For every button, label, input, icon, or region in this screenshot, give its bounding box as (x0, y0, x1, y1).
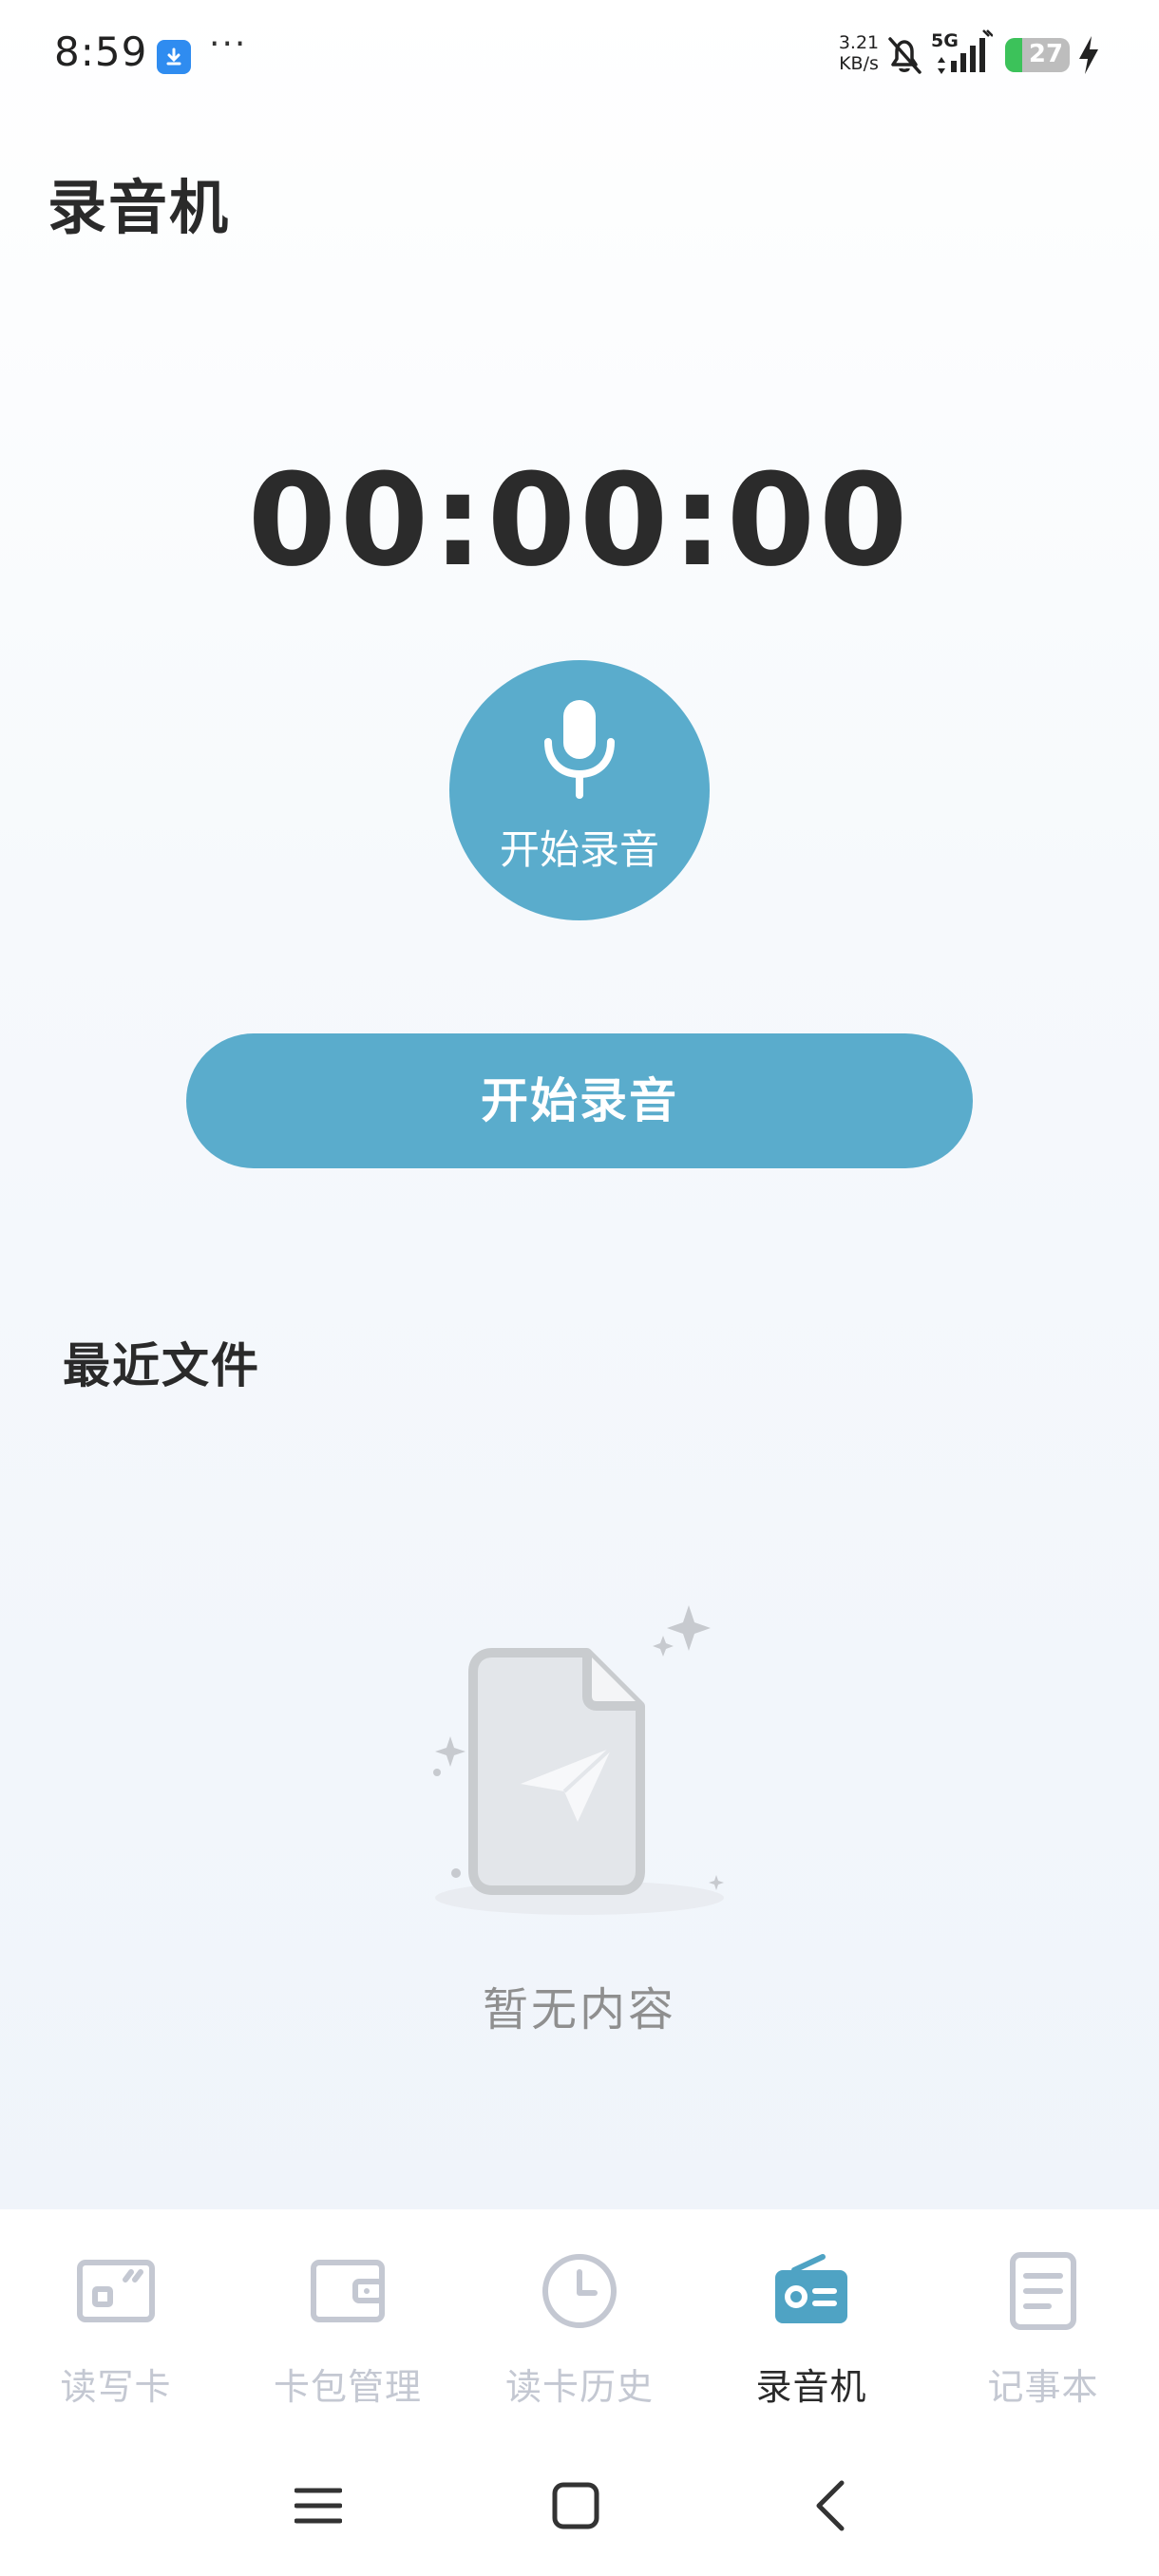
nav-item-read-write-card[interactable]: 读写卡 (0, 2209, 232, 2437)
nav-label: 读卡历史 (504, 2366, 654, 2408)
nav-label: 记事本 (987, 2366, 1099, 2408)
empty-state-text: 暂无内容 (482, 1983, 676, 2036)
home-icon[interactable] (551, 2479, 600, 2536)
empty-file-illustration (426, 1605, 733, 1932)
nav-label: 卡包管理 (273, 2366, 422, 2408)
recent-files-title: 最近文件 (63, 1338, 260, 1393)
nav-item-card-wallet[interactable]: 卡包管理 (232, 2209, 464, 2437)
card-reader-icon (76, 2251, 156, 2331)
signal-icon (936, 28, 994, 78)
radio-icon (771, 2251, 851, 2331)
nav-label: 录音机 (755, 2366, 867, 2408)
menu-icon[interactable] (294, 2479, 343, 2536)
wallet-icon (308, 2251, 388, 2331)
status-bar: 8:59 ··· 3.21 KB/s 5G 27 (0, 0, 1159, 114)
download-icon (157, 40, 191, 74)
bell-muted-icon (885, 34, 923, 80)
system-nav-bar (0, 2437, 1159, 2576)
back-icon[interactable] (811, 2479, 849, 2536)
page-title: 录音机 (48, 173, 231, 242)
nav-item-recorder[interactable]: 录音机 (695, 2209, 927, 2437)
recording-timer: 00:00:00 (247, 446, 912, 595)
nav-item-notepad[interactable]: 记事本 (927, 2209, 1159, 2437)
nav-item-read-history[interactable]: 读卡历史 (464, 2209, 695, 2437)
start-recording-button[interactable]: 开始录音 (186, 1033, 973, 1168)
network-speed: 3.21 KB/s (838, 32, 880, 74)
nav-label: 读写卡 (60, 2366, 172, 2408)
status-time: 8:59 (54, 28, 148, 75)
start-recording-circle-button[interactable]: 开始录音 (449, 660, 710, 920)
battery-icon: 27 (1005, 38, 1070, 72)
bottom-nav: 读写卡 卡包管理 读卡历史 录音机 记事本 (0, 2209, 1159, 2437)
more-notifications-icon: ··· (209, 25, 248, 64)
clock-icon (540, 2251, 619, 2331)
charging-icon (1075, 34, 1102, 80)
start-recording-circle-label: 开始录音 (499, 826, 659, 873)
microphone-icon (541, 696, 618, 805)
notepad-icon (1003, 2251, 1083, 2331)
